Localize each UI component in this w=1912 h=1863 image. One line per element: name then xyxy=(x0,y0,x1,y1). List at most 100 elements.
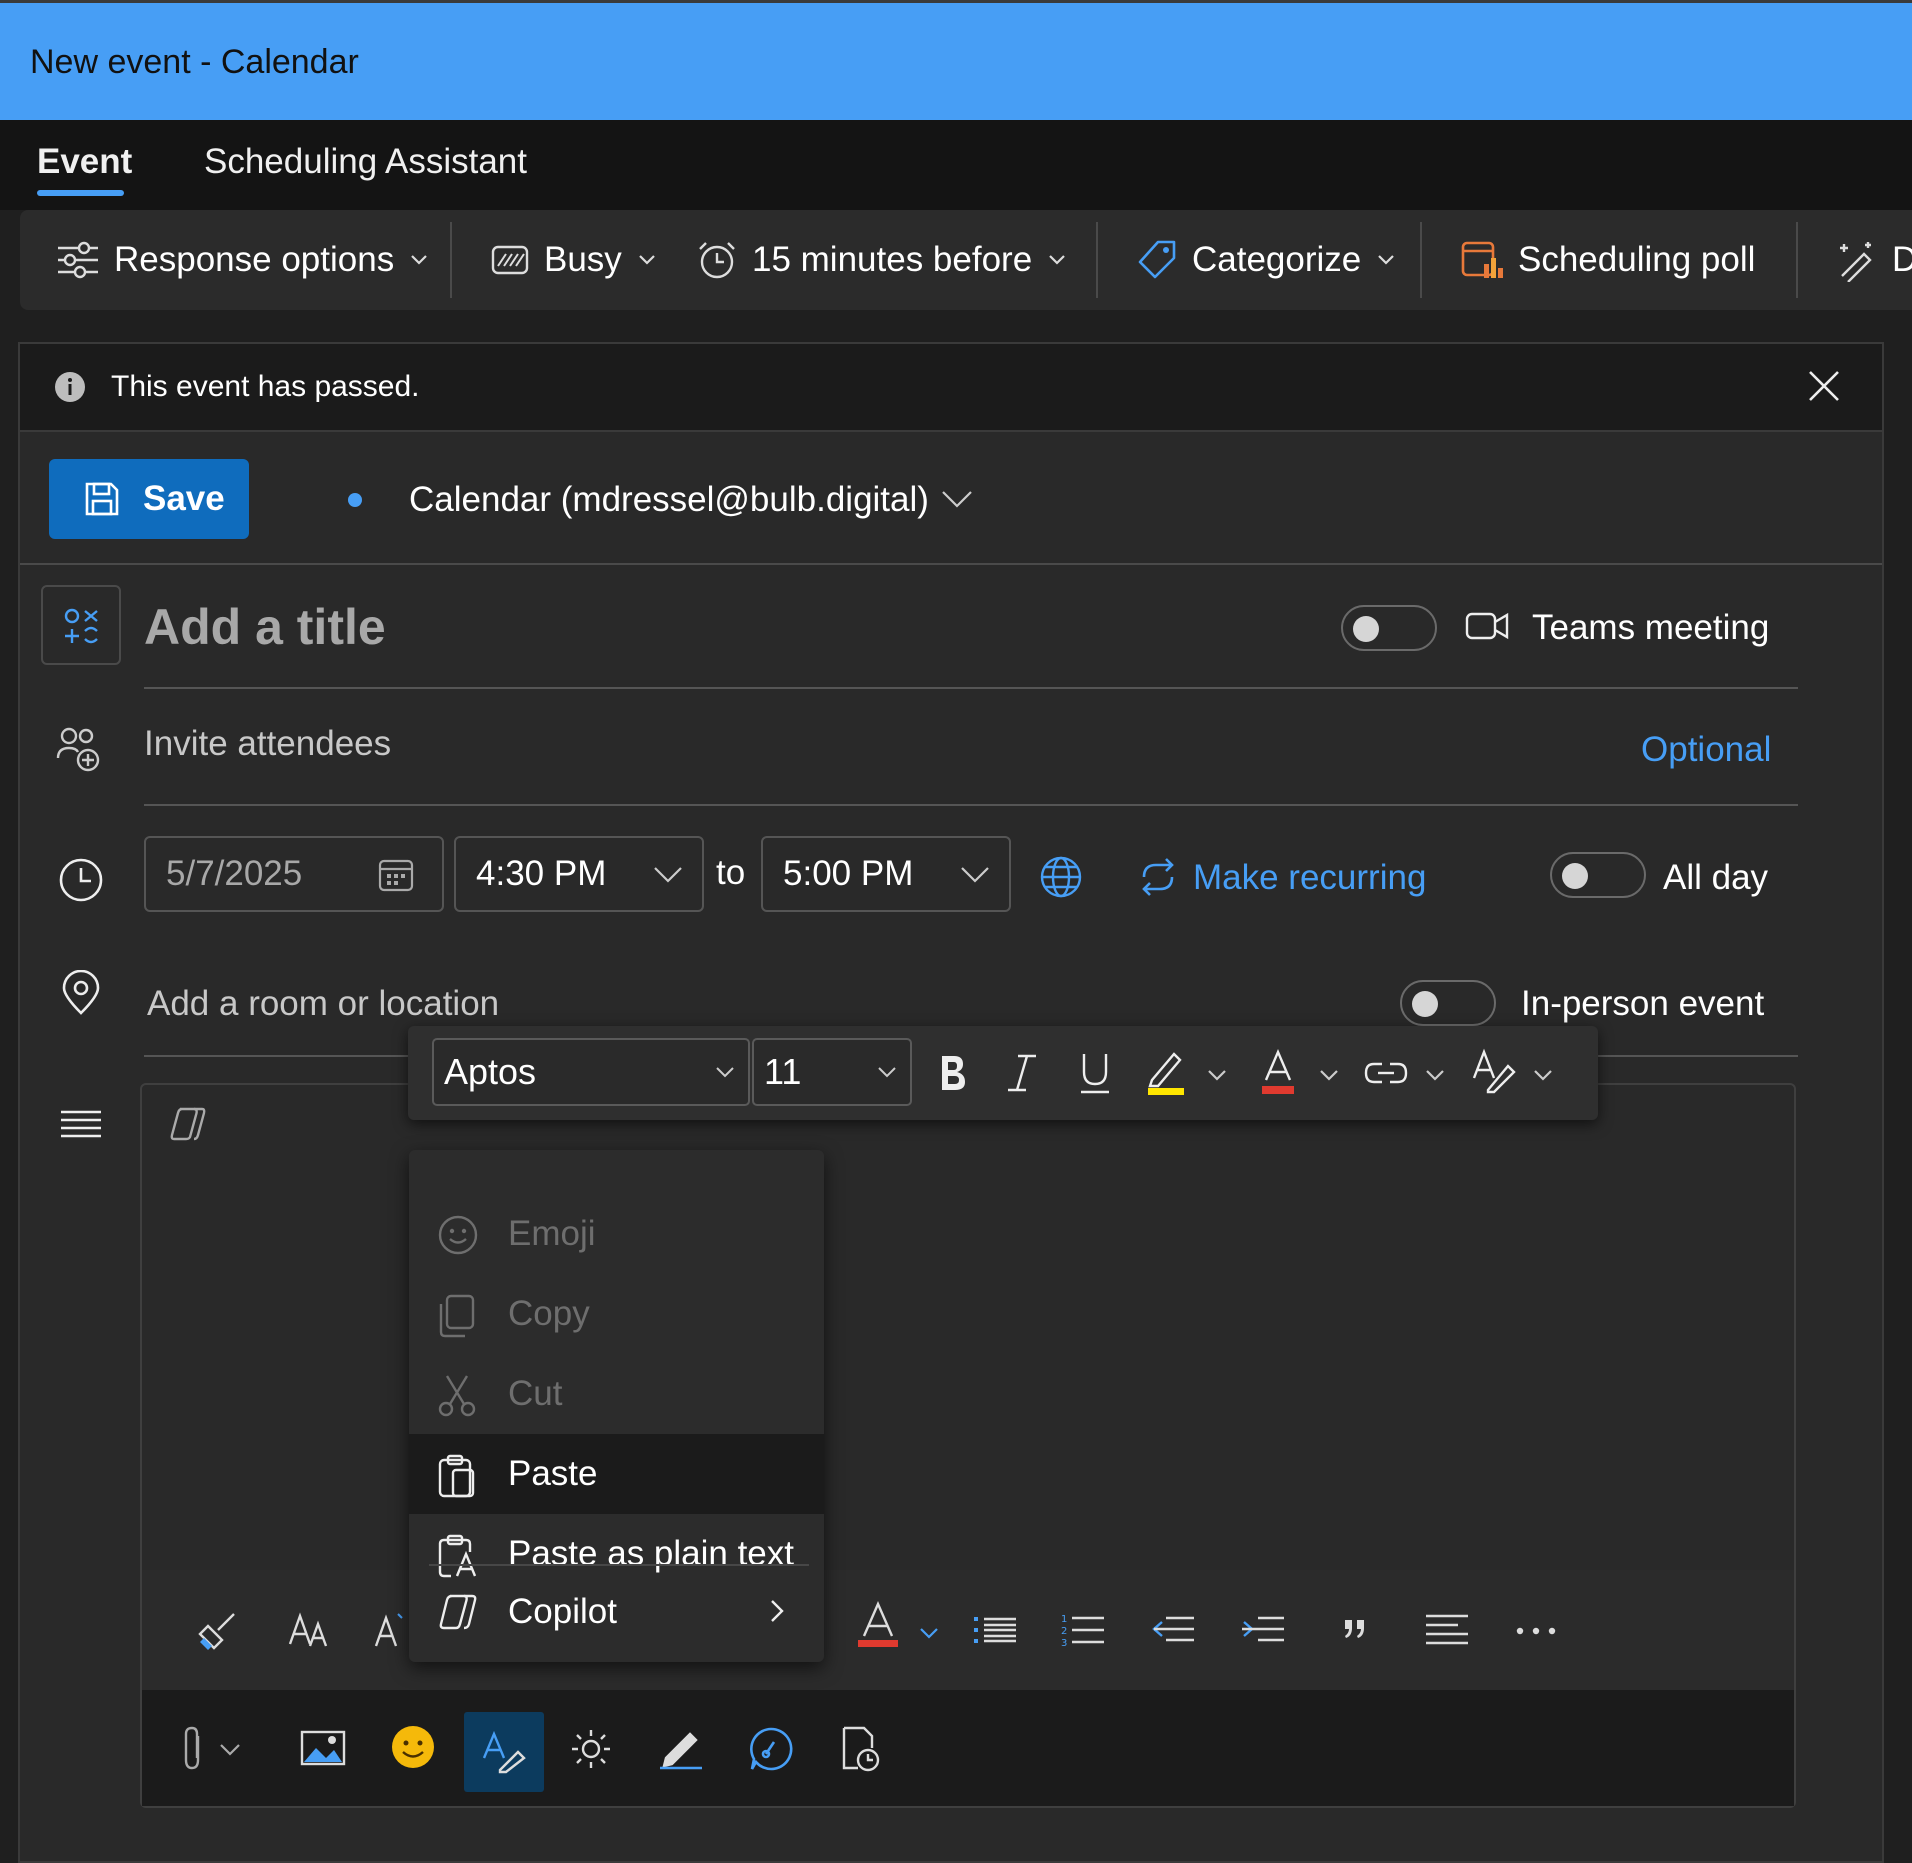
start-date-field[interactable]: 5/7/2025 xyxy=(144,836,444,912)
save-icon xyxy=(85,482,119,516)
make-recurring-button[interactable]: Make recurring xyxy=(1193,858,1426,898)
scheduling-poll-label: Scheduling poll xyxy=(1518,240,1756,279)
chevron-down-icon[interactable] xyxy=(1206,1068,1228,1084)
end-time-value: 5:00 PM xyxy=(783,854,914,893)
font-color-icon[interactable] xyxy=(856,1600,900,1650)
categorize-button[interactable]: Categorize xyxy=(1136,210,1397,310)
context-menu-divider xyxy=(429,1564,809,1566)
all-day-label: All day xyxy=(1663,858,1769,897)
attendees-input[interactable]: Invite attendees xyxy=(144,724,391,764)
align-text-icon[interactable] xyxy=(1424,1612,1470,1646)
banner-text: This event has passed. xyxy=(111,370,420,403)
info-banner: This event has passed. xyxy=(20,344,1882,432)
context-menu-label: Copilot xyxy=(508,1592,617,1631)
numbered-list-icon[interactable]: 123 xyxy=(1060,1612,1106,1648)
font-size-icon[interactable] xyxy=(288,1610,332,1650)
tab-event[interactable]: Event xyxy=(37,142,132,182)
copilot-icon[interactable] xyxy=(168,1105,208,1143)
designer-button[interactable]: D xyxy=(1834,210,1912,310)
chevron-down-icon[interactable] xyxy=(940,488,974,510)
format-painter-icon[interactable] xyxy=(194,1608,240,1654)
schedule-send-icon[interactable] xyxy=(840,1726,882,1772)
quote-icon[interactable] xyxy=(1342,1616,1368,1642)
decrease-indent-icon[interactable] xyxy=(1150,1614,1196,1644)
repeat-icon xyxy=(1142,858,1174,896)
all-day-toggle[interactable] xyxy=(1550,852,1646,898)
category-picker[interactable] xyxy=(41,585,121,665)
people-add-icon xyxy=(56,727,100,772)
end-time-field[interactable]: 5:00 PM xyxy=(761,836,1011,912)
brightness-icon[interactable] xyxy=(570,1728,612,1770)
chevron-down-icon xyxy=(716,1067,734,1078)
bullet-list-icon[interactable] xyxy=(972,1614,1018,1646)
active-tab-indicator xyxy=(37,190,124,196)
categorize-label: Categorize xyxy=(1192,240,1362,279)
chevron-down-icon xyxy=(878,1067,896,1078)
font-grow-icon[interactable] xyxy=(374,1610,404,1650)
styles-icon[interactable] xyxy=(1472,1048,1516,1094)
tag-icon xyxy=(1138,240,1176,279)
reminder-label: 15 minutes before xyxy=(752,240,1033,279)
chevron-down-icon[interactable] xyxy=(918,1626,940,1642)
calendar-icon[interactable] xyxy=(378,858,414,892)
close-icon[interactable] xyxy=(1806,368,1842,404)
save-button[interactable]: Save xyxy=(49,459,249,539)
start-time-field[interactable]: 4:30 PM xyxy=(454,836,704,912)
in-person-toggle[interactable] xyxy=(1400,980,1496,1026)
scheduling-poll-button[interactable]: Scheduling poll xyxy=(1460,210,1755,310)
response-options-button[interactable]: Response options xyxy=(56,210,430,310)
floating-format-toolbar: Aptos 11 xyxy=(408,1026,1598,1120)
font-size-select[interactable]: 11 xyxy=(752,1038,912,1106)
globe-icon[interactable] xyxy=(1039,855,1083,899)
sliders-icon xyxy=(58,241,98,279)
svg-text:1: 1 xyxy=(1061,1614,1067,1625)
cut-icon xyxy=(438,1375,476,1417)
bold-icon[interactable] xyxy=(936,1052,970,1094)
more-options-icon[interactable] xyxy=(1514,1626,1558,1636)
teams-meeting-toggle[interactable] xyxy=(1341,605,1437,651)
chevron-down-icon[interactable] xyxy=(218,1742,242,1758)
title-input[interactable]: Add a title xyxy=(144,598,386,656)
context-menu-item-cut[interactable]: Cut xyxy=(409,1354,824,1434)
chevron-down-icon xyxy=(961,867,989,883)
location-input[interactable]: Add a room or location xyxy=(147,984,499,1024)
calendar-selector[interactable]: Calendar (mdressel@bulb.digital) xyxy=(409,480,929,520)
optional-attendees-link[interactable]: Optional xyxy=(1641,730,1771,770)
context-menu-item-paste[interactable]: Paste xyxy=(409,1434,824,1514)
busy-status-icon xyxy=(491,245,529,275)
alarm-clock-icon xyxy=(699,242,735,279)
chevron-down-icon[interactable] xyxy=(1318,1068,1340,1084)
font-size-value: 11 xyxy=(764,1051,802,1092)
context-menu-item-copilot[interactable]: Copilot xyxy=(409,1572,824,1652)
font-name-select[interactable]: Aptos xyxy=(432,1038,750,1106)
context-menu-item-copy[interactable]: Copy xyxy=(409,1274,824,1354)
underline-icon[interactable] xyxy=(1078,1050,1112,1096)
highlighter-icon[interactable] xyxy=(1146,1048,1186,1096)
info-icon xyxy=(55,372,85,402)
increase-indent-icon[interactable] xyxy=(1240,1614,1286,1644)
divider xyxy=(144,687,1798,689)
chevron-down-icon[interactable] xyxy=(1424,1068,1446,1084)
context-menu-label: Paste as plain text xyxy=(508,1534,794,1573)
link-icon[interactable] xyxy=(1364,1060,1408,1086)
reminder-button[interactable]: 15 minutes before xyxy=(696,210,1068,310)
show-as-label: Busy xyxy=(544,240,622,279)
context-menu-label: Paste xyxy=(508,1454,598,1493)
tab-scheduling-assistant[interactable]: Scheduling Assistant xyxy=(204,142,527,182)
context-menu-item-emoji[interactable]: Emoji xyxy=(409,1194,824,1274)
video-camera-icon xyxy=(1465,612,1509,640)
italic-icon[interactable] xyxy=(1006,1052,1038,1094)
show-as-button[interactable]: Busy xyxy=(490,210,658,310)
location-pin-icon xyxy=(62,970,100,1015)
context-menu: Emoji Copy Cut Paste Paste as plain text… xyxy=(409,1150,824,1662)
designer-label: D xyxy=(1892,240,1912,279)
paperclip-icon[interactable] xyxy=(182,1726,206,1772)
magic-pen-icon xyxy=(1840,242,1872,282)
font-color-icon[interactable] xyxy=(1260,1048,1296,1096)
emoji-icon[interactable] xyxy=(390,1724,436,1770)
picture-icon[interactable] xyxy=(300,1728,346,1768)
signature-pen-icon[interactable] xyxy=(658,1728,704,1770)
chevron-down-icon[interactable] xyxy=(1532,1068,1554,1084)
editor-button[interactable] xyxy=(464,1712,544,1792)
chat-bubble-icon[interactable] xyxy=(748,1726,794,1772)
